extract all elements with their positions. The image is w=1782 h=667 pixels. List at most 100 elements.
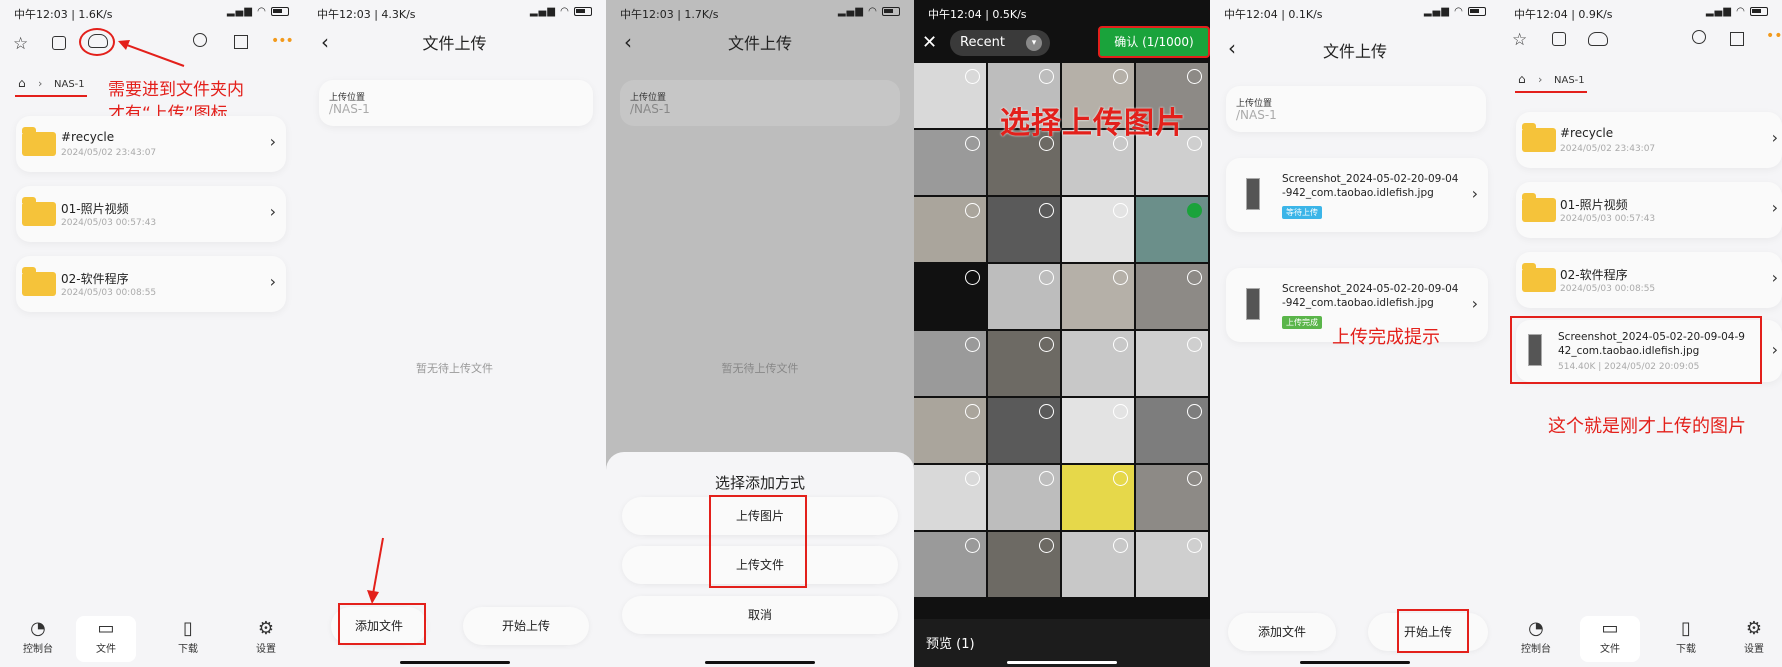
preview-button[interactable]: 预览 (1) xyxy=(926,633,975,652)
photo-thumbnail[interactable] xyxy=(1062,465,1134,530)
photo-thumbnail[interactable] xyxy=(1136,197,1208,262)
search-icon[interactable] xyxy=(193,33,207,47)
nav-files[interactable]: ▭ 文件 xyxy=(76,616,136,662)
folder-item[interactable]: #recycle 2024/05/02 23:43:07 › xyxy=(1516,112,1782,168)
photo-thumbnail[interactable] xyxy=(914,130,986,195)
chevron-right-icon: › xyxy=(1771,198,1778,217)
upload-location-card[interactable]: 上传位置 /NAS-1 xyxy=(1226,86,1486,132)
more-icon[interactable]: •• xyxy=(1766,28,1782,44)
photo-thumbnail[interactable] xyxy=(1062,398,1134,463)
folder-item[interactable]: #recycle 2024/05/02 23:43:07 › xyxy=(16,116,286,172)
select-circle-icon[interactable] xyxy=(1039,270,1054,285)
select-circle-icon[interactable] xyxy=(965,404,980,419)
folder-item[interactable]: 01-照片视频 2024/05/03 00:57:43 › xyxy=(16,186,286,242)
search-icon[interactable] xyxy=(1692,30,1706,44)
photo-thumbnail[interactable] xyxy=(1136,398,1208,463)
photo-thumbnail[interactable] xyxy=(1062,532,1134,597)
selected-check-icon[interactable] xyxy=(1187,203,1202,218)
photo-thumbnail[interactable] xyxy=(1136,532,1208,597)
select-circle-icon[interactable] xyxy=(965,337,980,352)
screen-image-picker: 中午12:04 | 0.5K/s ✕ Recent ▾ 确认 (1/1000) … xyxy=(914,0,1210,667)
select-circle-icon[interactable] xyxy=(965,136,980,151)
photo-thumbnail[interactable] xyxy=(914,197,986,262)
select-circle-icon[interactable] xyxy=(1187,69,1202,84)
photo-thumbnail[interactable] xyxy=(988,532,1060,597)
home-icon[interactable]: ⌂ xyxy=(18,76,26,90)
upload-cloud-icon[interactable] xyxy=(1588,32,1608,46)
upload-location-card[interactable]: 上传位置 /NAS-1 xyxy=(319,80,593,126)
photo-thumbnail[interactable] xyxy=(988,197,1060,262)
close-icon[interactable]: ✕ xyxy=(922,32,937,53)
status-icons: ▂▄▆ ◠ xyxy=(530,6,592,17)
select-circle-icon[interactable] xyxy=(965,270,980,285)
select-circle-icon[interactable] xyxy=(1113,203,1128,218)
select-circle-icon[interactable] xyxy=(1113,471,1128,486)
photo-thumbnail[interactable] xyxy=(914,532,986,597)
photo-thumbnail[interactable] xyxy=(1136,264,1208,329)
star-icon[interactable]: ☆ xyxy=(1512,30,1527,50)
start-upload-button[interactable]: 开始上传 xyxy=(463,607,589,645)
folder-item[interactable]: 02-软件程序 2024/05/03 00:08:55 › xyxy=(1516,252,1782,308)
photo-thumbnail[interactable] xyxy=(914,264,986,329)
select-circle-icon[interactable] xyxy=(1187,538,1202,553)
select-circle-icon[interactable] xyxy=(1187,471,1202,486)
select-circle-icon[interactable] xyxy=(1113,270,1128,285)
photo-thumbnail[interactable] xyxy=(988,264,1060,329)
page-title: 文件上传 xyxy=(1322,42,1387,61)
home-icon[interactable]: ⌂ xyxy=(1518,72,1526,86)
select-circle-icon[interactable] xyxy=(1187,404,1202,419)
more-icon[interactable]: ••• xyxy=(271,33,294,49)
select-circle-icon[interactable] xyxy=(1187,270,1202,285)
photo-thumbnail[interactable] xyxy=(1062,331,1134,396)
select-circle-icon[interactable] xyxy=(1113,404,1128,419)
nav-files[interactable]: ▭ 文件 xyxy=(1580,616,1640,662)
upload-file-item[interactable]: Screenshot_2024-05-02-20-09-04 -942_com.… xyxy=(1226,158,1488,232)
select-circle-icon[interactable] xyxy=(1039,538,1054,553)
breadcrumb[interactable]: NAS-1 xyxy=(54,79,85,90)
album-selector[interactable]: Recent ▾ xyxy=(950,30,1050,56)
cancel-button[interactable]: 取消 xyxy=(622,596,898,634)
select-circle-icon[interactable] xyxy=(1187,337,1202,352)
bookmark-icon[interactable] xyxy=(52,36,66,50)
select-circle-icon[interactable] xyxy=(1113,69,1128,84)
photo-thumbnail[interactable] xyxy=(988,398,1060,463)
nav-downloads[interactable]: ▯ 下载 xyxy=(1656,618,1716,655)
photo-thumbnail[interactable] xyxy=(1062,264,1134,329)
folder-item[interactable]: 01-照片视频 2024/05/03 00:57:43 › xyxy=(1516,182,1782,238)
folder-item[interactable]: 02-软件程序 2024/05/03 00:08:55 › xyxy=(16,256,286,312)
photo-thumbnail[interactable] xyxy=(914,331,986,396)
select-circle-icon[interactable] xyxy=(965,538,980,553)
select-circle-icon[interactable] xyxy=(1039,471,1054,486)
folder-icon xyxy=(22,127,56,156)
select-circle-icon[interactable] xyxy=(1113,337,1128,352)
select-circle-icon[interactable] xyxy=(1039,69,1054,84)
photo-thumbnail[interactable] xyxy=(1136,465,1208,530)
photo-thumbnail[interactable] xyxy=(1062,197,1134,262)
photo-thumbnail[interactable] xyxy=(988,331,1060,396)
photo-thumbnail[interactable] xyxy=(1136,331,1208,396)
nav-dashboard[interactable]: ◔ 控制台 xyxy=(1506,618,1566,655)
select-circle-icon[interactable] xyxy=(1187,136,1202,151)
confirm-button[interactable]: 确认 (1/1000) xyxy=(1098,26,1210,58)
grid-view-icon[interactable] xyxy=(1730,32,1744,46)
nav-settings[interactable]: ⚙ 设置 xyxy=(236,618,296,655)
nav-downloads[interactable]: ▯ 下载 xyxy=(158,618,218,655)
add-file-button[interactable]: 添加文件 xyxy=(1228,613,1336,651)
nav-dashboard[interactable]: ◔ 控制台 xyxy=(8,618,68,655)
select-circle-icon[interactable] xyxy=(1039,203,1054,218)
select-circle-icon[interactable] xyxy=(965,69,980,84)
photo-thumbnail[interactable] xyxy=(914,398,986,463)
nav-settings[interactable]: ⚙ 设置 xyxy=(1724,618,1782,655)
photo-thumbnail[interactable] xyxy=(988,465,1060,530)
select-circle-icon[interactable] xyxy=(1113,538,1128,553)
photo-thumbnail[interactable] xyxy=(914,465,986,530)
select-circle-icon[interactable] xyxy=(965,203,980,218)
select-circle-icon[interactable] xyxy=(1039,404,1054,419)
photo-thumbnail[interactable] xyxy=(914,63,986,128)
breadcrumb[interactable]: NAS-1 xyxy=(1554,75,1585,86)
star-icon[interactable]: ☆ xyxy=(13,34,28,54)
select-circle-icon[interactable] xyxy=(965,471,980,486)
bookmark-icon[interactable] xyxy=(1552,32,1566,46)
select-circle-icon[interactable] xyxy=(1039,337,1054,352)
grid-view-icon[interactable] xyxy=(234,35,248,49)
